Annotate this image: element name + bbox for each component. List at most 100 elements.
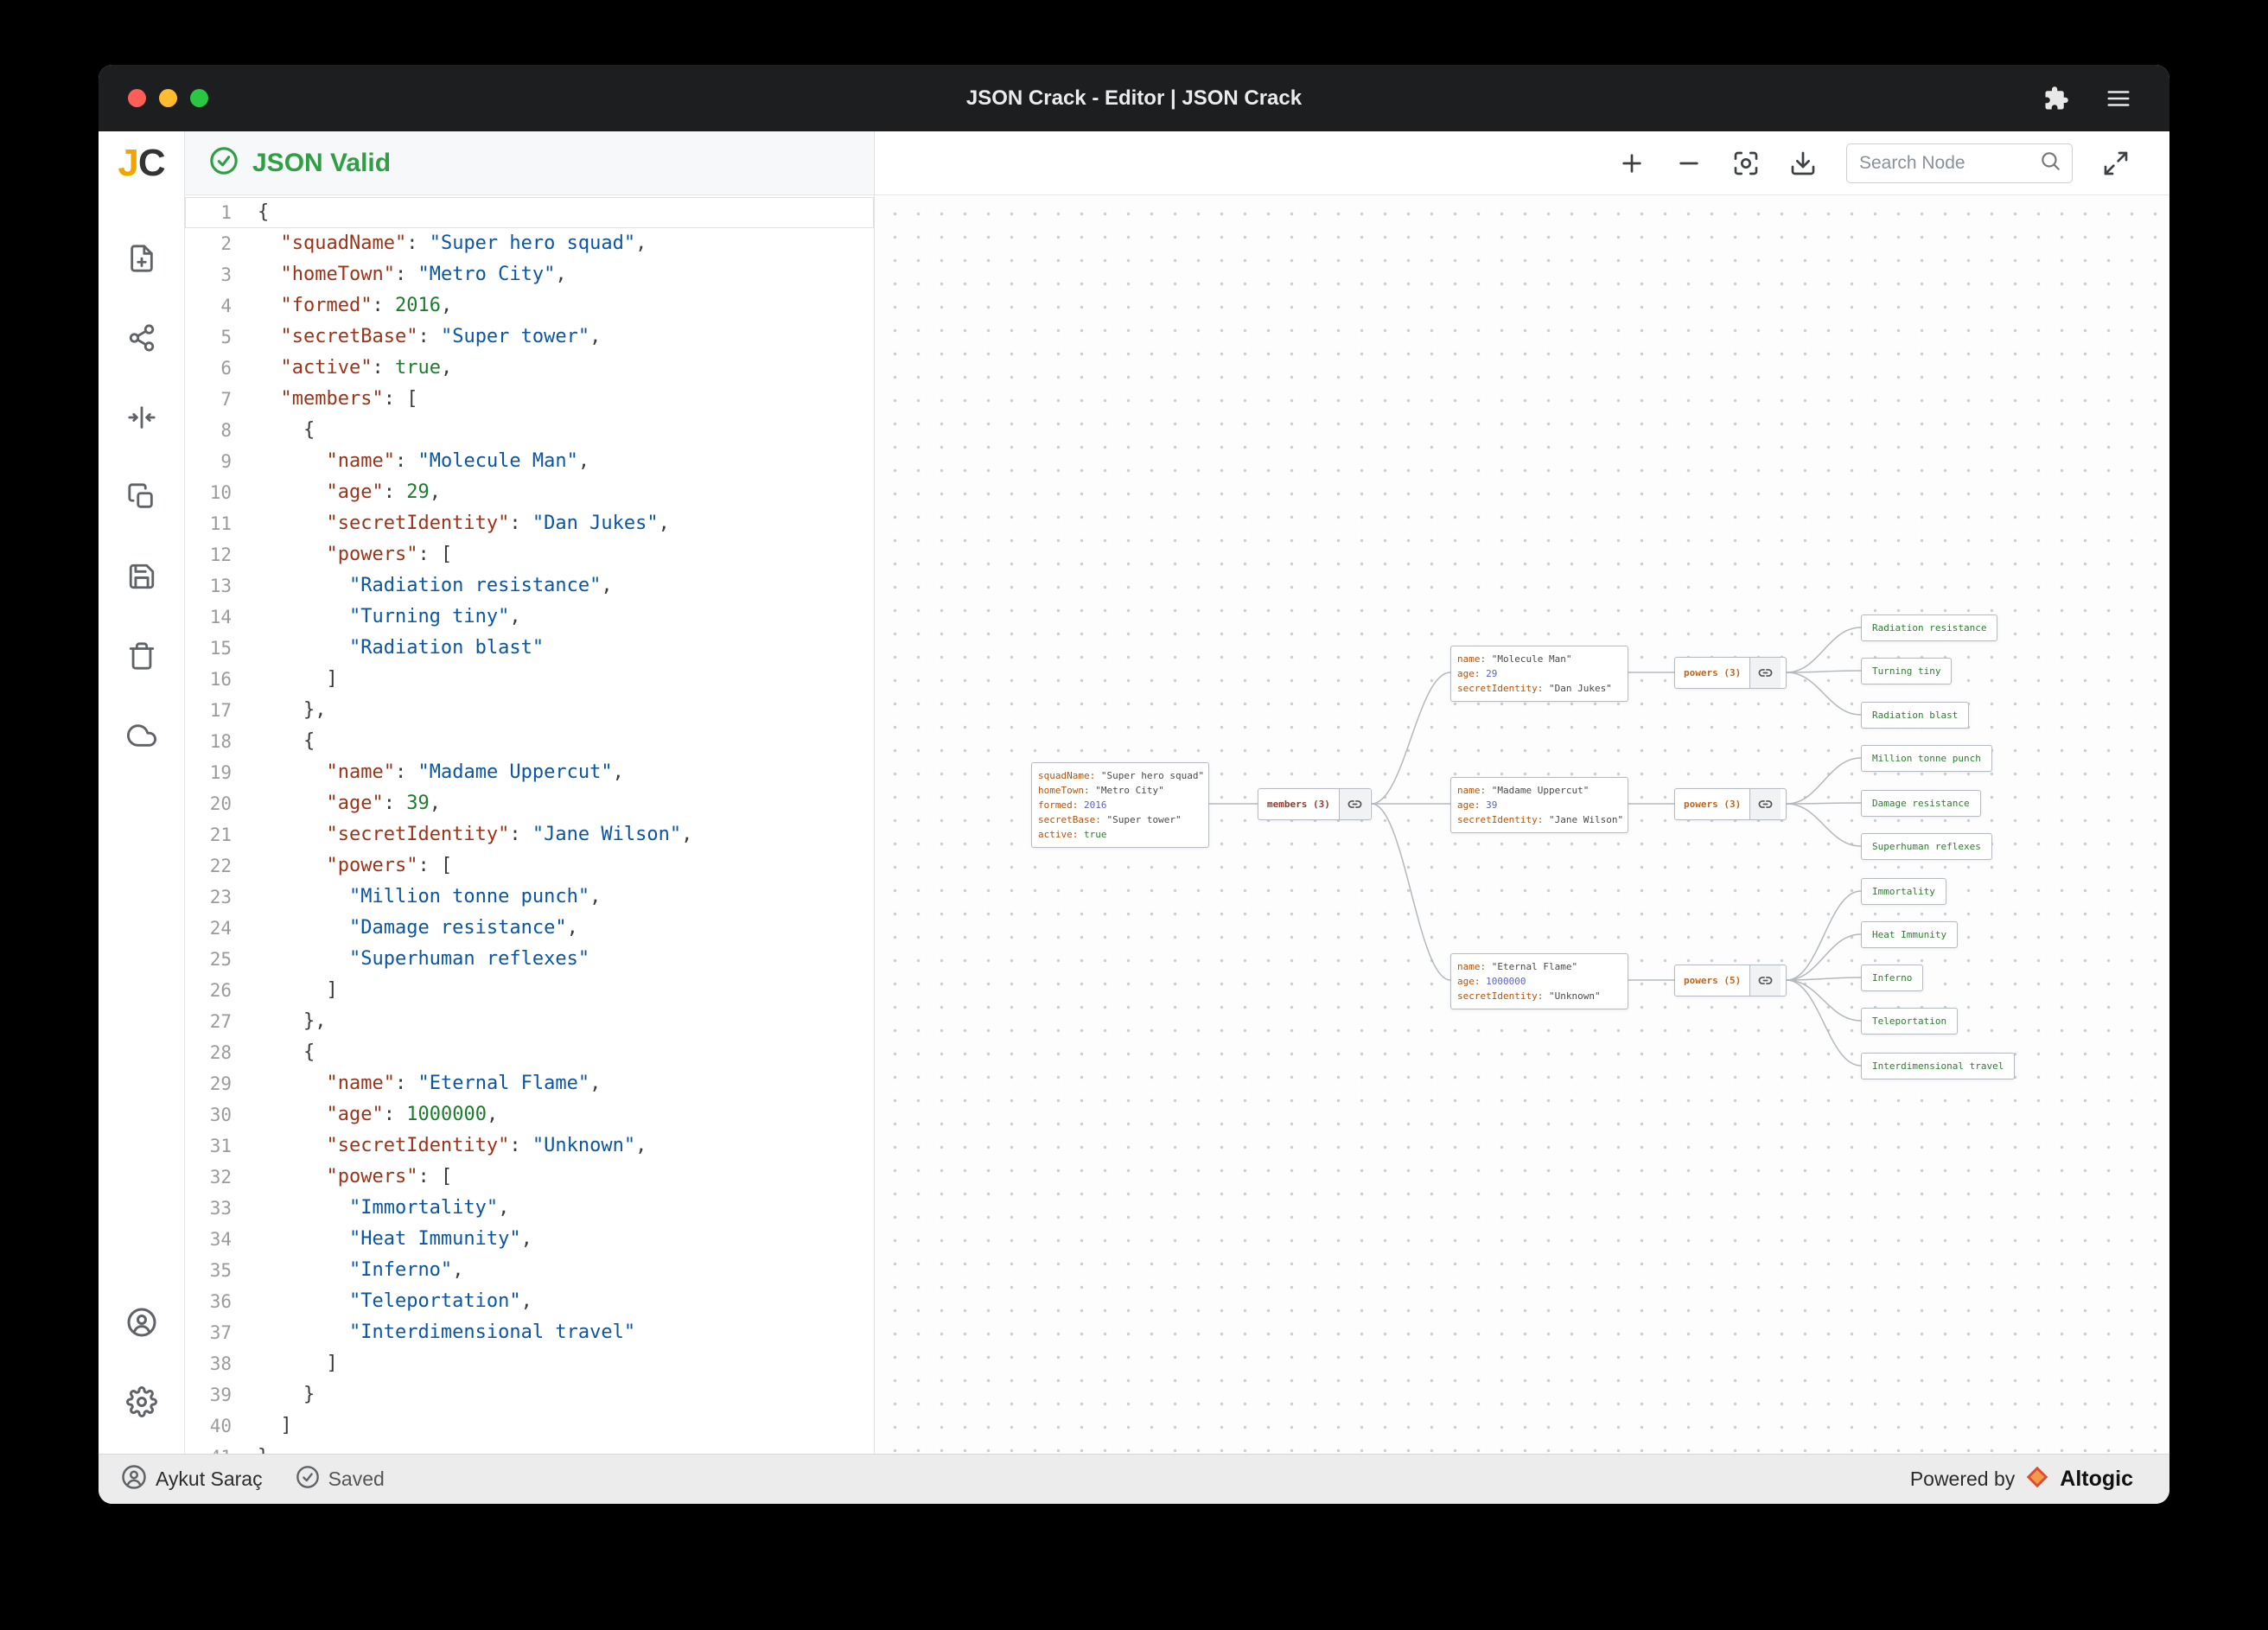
graph-node-leaf-3[interactable]: Radiation blast	[1861, 702, 1969, 729]
editor-line[interactable]: 25 "Superhuman reflexes"	[185, 944, 874, 975]
editor-line[interactable]: 4 "formed": 2016,	[185, 290, 874, 322]
new-file-button[interactable]	[127, 244, 156, 273]
editor-line[interactable]: 32 "powers": [	[185, 1162, 874, 1193]
save-button[interactable]	[127, 562, 156, 591]
editor-line[interactable]: 28 {	[185, 1037, 874, 1068]
code-text: "age": 1000000,	[258, 1099, 498, 1130]
link-icon[interactable]	[1749, 965, 1781, 996]
minimize-button[interactable]	[159, 89, 177, 107]
editor-line[interactable]: 18 {	[185, 726, 874, 757]
graph-node-powers-3[interactable]: powers (5)	[1674, 965, 1787, 996]
editor-line[interactable]: 9 "name": "Molecule Man",	[185, 446, 874, 477]
editor-line[interactable]: 36 "Teleportation",	[185, 1286, 874, 1317]
zoom-button[interactable]	[190, 89, 208, 107]
graph-node-leaf-10[interactable]: Teleportation	[1861, 1008, 1958, 1035]
editor-line[interactable]: 29 "name": "Eternal Flame",	[185, 1068, 874, 1099]
editor-line[interactable]: 7 "members": [	[185, 384, 874, 415]
editor-line[interactable]: 21 "secretIdentity": "Jane Wilson",	[185, 819, 874, 850]
link-icon[interactable]	[1749, 789, 1781, 819]
graph-node-root[interactable]: squadName: "Super hero squad"homeTown: "…	[1031, 762, 1209, 848]
app-logo[interactable]: JC	[118, 131, 164, 195]
editor-line[interactable]: 24 "Damage resistance",	[185, 913, 874, 944]
editor-lines[interactable]: 1{2 "squadName": "Super hero squad",3 "h…	[185, 195, 874, 1454]
close-button[interactable]	[128, 89, 146, 107]
menu-icon[interactable]	[2106, 86, 2131, 111]
editor-line[interactable]: 2 "squadName": "Super hero squad",	[185, 228, 874, 259]
altogic-brand[interactable]: Altogic	[2060, 1467, 2133, 1492]
editor-line[interactable]: 37 "Interdimensional travel"	[185, 1317, 874, 1348]
editor-line[interactable]: 12 "powers": [	[185, 539, 874, 570]
editor-line[interactable]: 14 "Turning tiny",	[185, 602, 874, 633]
extensions-icon[interactable]	[2043, 86, 2069, 111]
editor-line[interactable]: 6 "active": true,	[185, 353, 874, 384]
graph-node-powers-1[interactable]: powers (3)	[1674, 657, 1787, 689]
editor-line[interactable]: 26 ]	[185, 975, 874, 1006]
copy-button[interactable]	[127, 482, 156, 512]
editor-line[interactable]: 13 "Radiation resistance",	[185, 570, 874, 602]
graph-node-leaf-9[interactable]: Inferno	[1861, 965, 1923, 991]
graph-node-leaf-1[interactable]: Radiation resistance	[1861, 614, 1997, 641]
graph-node-powers-2[interactable]: powers (3)	[1674, 788, 1787, 820]
fullscreen-button[interactable]	[2102, 150, 2130, 177]
graph-toolbar	[875, 131, 2169, 195]
graph-view-button[interactable]	[127, 323, 156, 353]
graph-node-leaf-5[interactable]: Damage resistance	[1861, 790, 1981, 817]
graph-node-member-3[interactable]: name: "Eternal Flame"age: 1000000secretI…	[1450, 953, 1628, 1009]
collapse-nodes-button[interactable]	[127, 403, 156, 432]
graph-node-leaf-8[interactable]: Heat Immunity	[1861, 921, 1958, 948]
graph-node-leaf-7[interactable]: Immortality	[1861, 878, 1946, 905]
zoom-out-button[interactable]	[1675, 150, 1703, 177]
editor-line[interactable]: 22 "powers": [	[185, 850, 874, 882]
editor-line[interactable]: 31 "secretIdentity": "Unknown",	[185, 1130, 874, 1162]
editor-line[interactable]: 38 ]	[185, 1348, 874, 1379]
graph-panel: squadName: "Super hero squad"homeTown: "…	[875, 131, 2169, 1454]
avatar-icon	[121, 1464, 147, 1495]
download-button[interactable]	[1789, 150, 1817, 177]
delete-button[interactable]	[127, 641, 156, 671]
user-account[interactable]: Aykut Saraç	[121, 1464, 263, 1495]
graph-node-member-2[interactable]: name: "Madame Uppercut"age: 39secretIden…	[1450, 777, 1628, 833]
editor-line[interactable]: 16 ]	[185, 664, 874, 695]
settings-button[interactable]	[126, 1386, 157, 1417]
code-text: "powers": [	[258, 850, 452, 882]
editor-line[interactable]: 5 "secretBase": "Super tower",	[185, 322, 874, 353]
user-name: Aykut Saraç	[156, 1468, 263, 1491]
graph-node-leaf-2[interactable]: Turning tiny	[1861, 658, 1952, 684]
editor-line[interactable]: 17 },	[185, 695, 874, 726]
editor-line[interactable]: 1{	[185, 197, 874, 228]
graph-node-members[interactable]: members (3)	[1258, 788, 1372, 820]
search-node-input[interactable]	[1859, 153, 2039, 174]
editor-line[interactable]: 34 "Heat Immunity",	[185, 1224, 874, 1255]
link-icon[interactable]	[1339, 789, 1370, 819]
editor-line[interactable]: 23 "Million tonne punch",	[185, 882, 874, 913]
line-number: 8	[185, 415, 258, 446]
editor-line[interactable]: 11 "secretIdentity": "Dan Jukes",	[185, 508, 874, 539]
link-icon[interactable]	[1749, 658, 1781, 688]
code-text: "secretIdentity": "Dan Jukes",	[258, 508, 670, 539]
account-button[interactable]	[126, 1307, 157, 1338]
center-view-button[interactable]	[1732, 150, 1760, 177]
graph-node-leaf-4[interactable]: Million tonne punch	[1861, 745, 1992, 772]
search-icon[interactable]	[2039, 150, 2061, 176]
editor-line[interactable]: 27 },	[185, 1006, 874, 1037]
editor-line[interactable]: 19 "name": "Madame Uppercut",	[185, 757, 874, 788]
graph-canvas[interactable]: squadName: "Super hero squad"homeTown: "…	[875, 195, 2169, 1454]
zoom-in-button[interactable]	[1618, 150, 1646, 177]
code-text: "secretBase": "Super tower",	[258, 322, 601, 353]
editor-line[interactable]: 10 "age": 29,	[185, 477, 874, 508]
editor-line[interactable]: 40 ]	[185, 1410, 874, 1442]
editor-line[interactable]: 41}	[185, 1442, 874, 1454]
line-number: 13	[185, 570, 258, 602]
editor-line[interactable]: 30 "age": 1000000,	[185, 1099, 874, 1130]
editor-line[interactable]: 20 "age": 39,	[185, 788, 874, 819]
graph-node-member-1[interactable]: name: "Molecule Man"age: 29secretIdentit…	[1450, 646, 1628, 702]
editor-line[interactable]: 39 }	[185, 1379, 874, 1410]
editor-line[interactable]: 33 "Immortality",	[185, 1193, 874, 1224]
editor-line[interactable]: 35 "Inferno",	[185, 1255, 874, 1286]
graph-node-leaf-11[interactable]: Interdimensional travel	[1861, 1053, 2015, 1079]
graph-node-leaf-6[interactable]: Superhuman reflexes	[1861, 833, 1992, 860]
editor-line[interactable]: 15 "Radiation blast"	[185, 633, 874, 664]
editor-line[interactable]: 8 {	[185, 415, 874, 446]
editor-line[interactable]: 3 "homeTown": "Metro City",	[185, 259, 874, 290]
cloud-button[interactable]	[127, 721, 156, 750]
